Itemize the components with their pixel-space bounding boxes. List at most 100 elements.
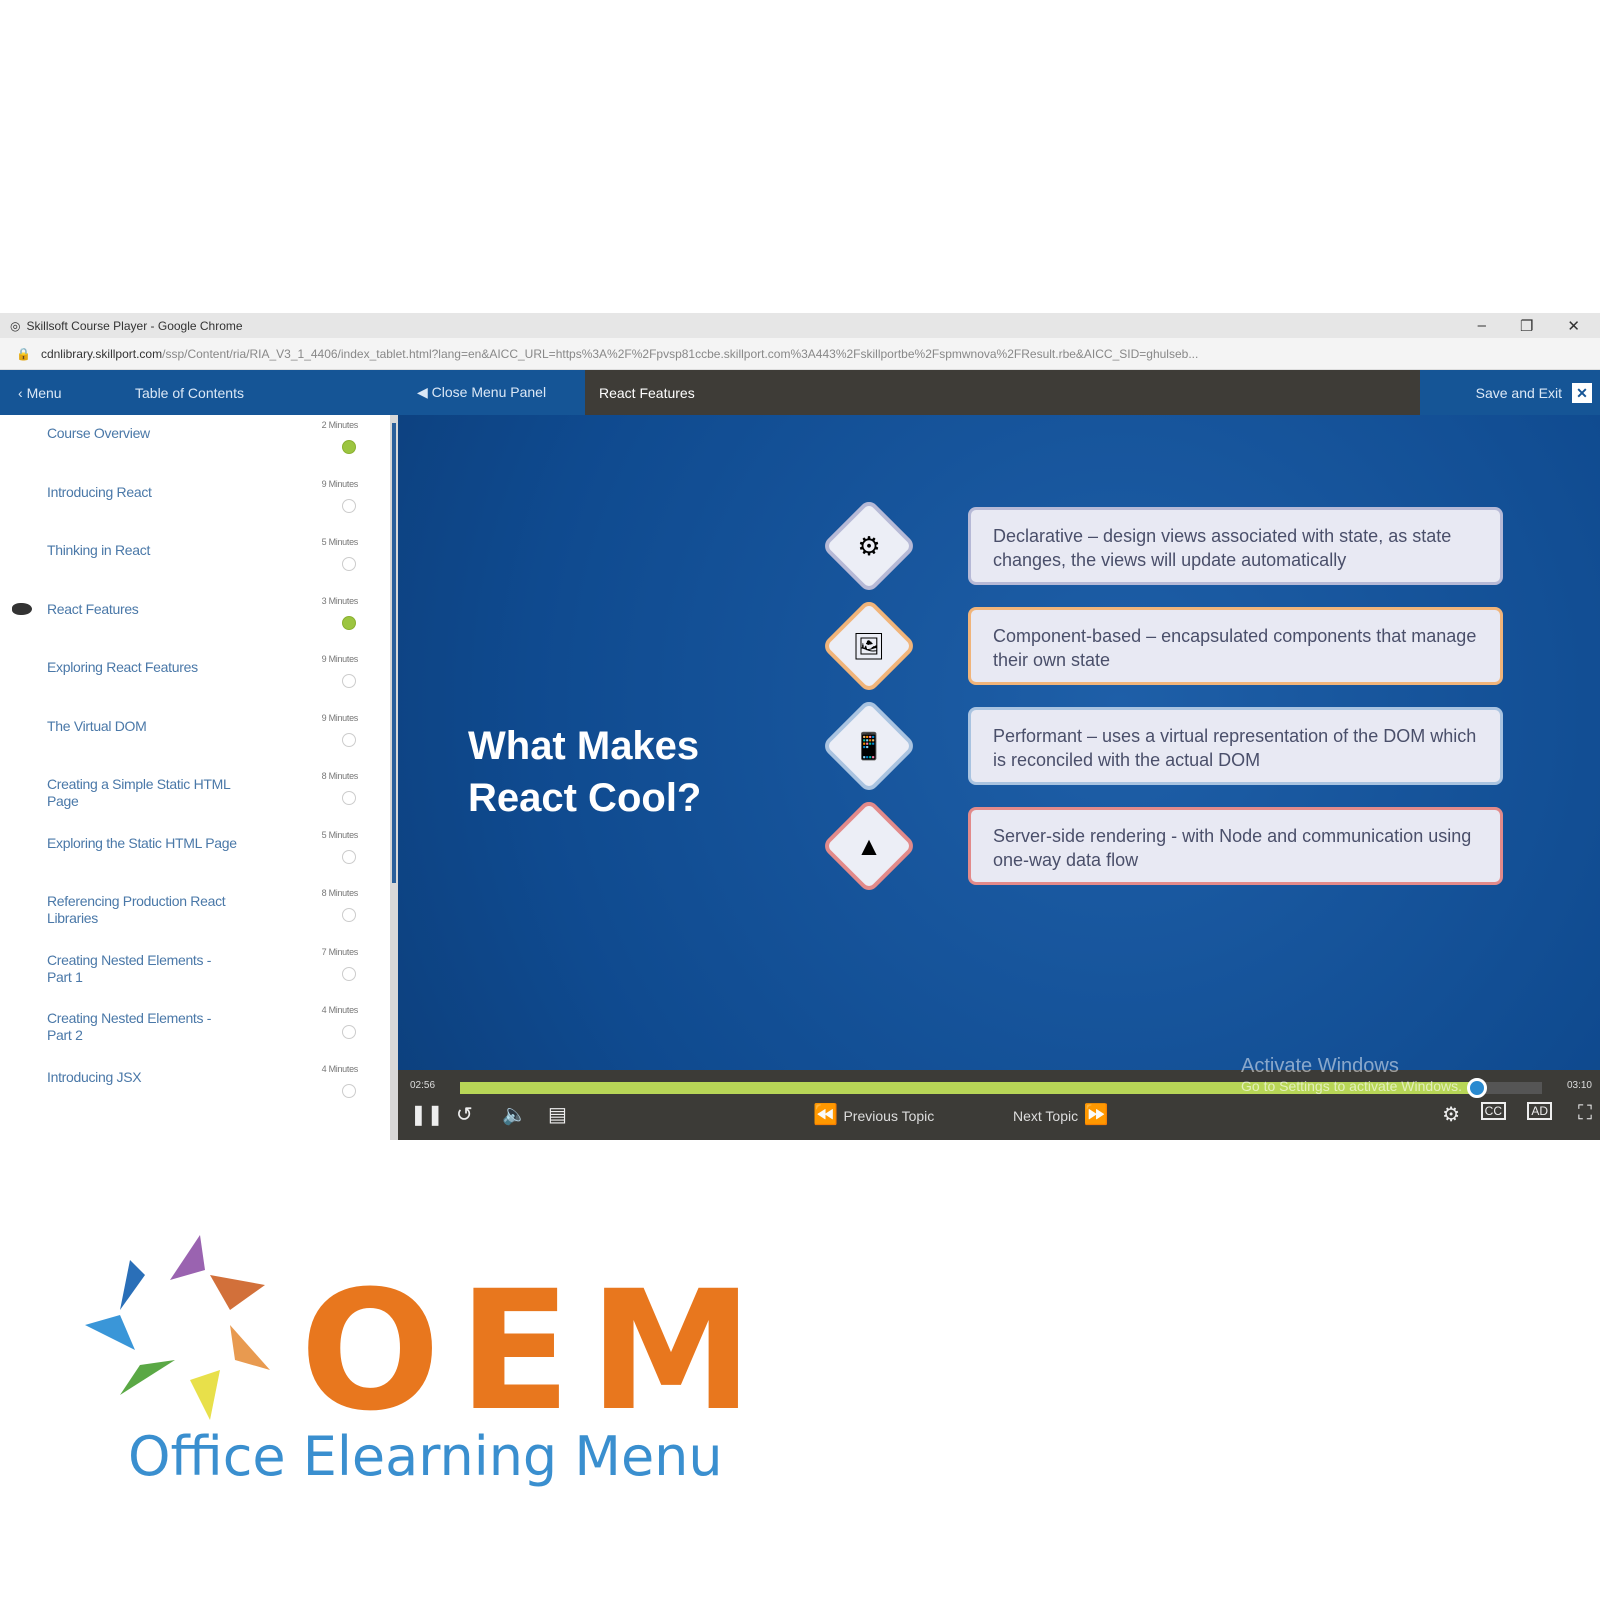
toc-item[interactable]: The Virtual DOM 9 Minutes — [0, 708, 390, 767]
chrome-icon: ◎ — [10, 318, 21, 333]
slide-title: What Makes React Cool? — [468, 720, 701, 824]
completion-status-icon — [342, 849, 356, 864]
volume-icon[interactable]: 🔈 — [502, 1102, 527, 1127]
completion-status-icon — [342, 1025, 356, 1039]
completion-status-icon — [342, 908, 356, 922]
toc-item-duration: 9 Minutes — [321, 712, 359, 723]
oem-wordmark: OEM — [300, 1255, 772, 1447]
progress-handle[interactable] — [1467, 1078, 1488, 1098]
feature-card: Performant – uses a virtual representati… — [968, 707, 1503, 785]
menu-button[interactable]: ‹ Menu — [0, 385, 135, 401]
pyramid-icon: ▲ — [820, 797, 918, 895]
toc-item-duration: 5 Minutes — [321, 829, 359, 840]
slide-title-line1: What Makes — [468, 724, 700, 768]
total-time: 03:10 — [1566, 1080, 1592, 1091]
next-topic-button[interactable]: Next Topic ⏩ — [1013, 1102, 1109, 1127]
feature-card: Declarative – design views associated wi… — [968, 507, 1503, 585]
completion-status-icon — [342, 674, 356, 688]
completion-status-icon — [342, 498, 356, 513]
player-controls: 02:56 03:10 ❚❚ ↺ 🔈 ▤ ⏪ Previous Topic Ne… — [398, 1070, 1600, 1140]
restore-button[interactable]: ❐ — [1520, 317, 1533, 335]
save-exit-button[interactable]: Save and Exit — [1476, 385, 1562, 401]
forward-icon: ⏩ — [1083, 1104, 1109, 1126]
previous-topic-label: Previous Topic — [843, 1108, 935, 1124]
fullscreen-icon[interactable]: ⛶ — [1578, 1102, 1592, 1125]
image-icon: 🖼 — [820, 597, 918, 695]
url-domain: cdnlibrary.skillport.com — [40, 346, 163, 361]
browser-window: ◎ Skillsoft Course Player - Google Chrom… — [0, 313, 1600, 1163]
toc-item[interactable]: Course Overview 2 Minutes — [0, 415, 390, 474]
close-icon[interactable]: ✕ — [1572, 382, 1592, 403]
toc-item-duration: 9 Minutes — [321, 654, 359, 664]
toc-item-duration: 4 Minutes — [321, 1063, 359, 1074]
toc-item-duration: 3 Minutes — [321, 595, 359, 606]
feature-card: Component-based – encapsulated component… — [968, 607, 1503, 685]
gears-icon: ⚙ — [820, 497, 918, 595]
completion-status-icon — [342, 440, 356, 454]
completion-status-icon — [342, 557, 356, 571]
toc-item[interactable]: Introducing React 9 Minutes — [0, 474, 390, 533]
toc-item-title: Creating a Simple Static HTML Page — [47, 776, 230, 809]
captions-icon[interactable]: CC — [1480, 1102, 1506, 1120]
close-panel-label: Close Menu Panel — [431, 384, 547, 400]
toc-item-title: React Features — [47, 600, 139, 617]
replay-icon[interactable]: ↺ — [456, 1102, 473, 1127]
current-marker-icon — [12, 602, 32, 615]
address-bar[interactable]: 🔒 cdnlibrary.skillport.com/ssp/Content/r… — [0, 338, 1600, 370]
toc-item-duration: 5 Minutes — [321, 537, 359, 547]
toc-item-duration: 2 Minutes — [321, 420, 359, 430]
completion-status-icon — [342, 732, 356, 747]
oem-logo-arrows-icon — [85, 1235, 270, 1420]
pause-icon[interactable]: ❚❚ — [410, 1102, 444, 1127]
toc-item[interactable]: Introducing JSX 4 Minutes — [0, 1059, 390, 1118]
previous-topic-button[interactable]: ⏪ Previous Topic — [813, 1102, 934, 1127]
toc-item[interactable]: Creating a Simple Static HTML Page 8 Minu… — [0, 766, 390, 825]
toc-tab[interactable]: Table of Contents — [135, 385, 417, 401]
toc-item-title: The Virtual DOM — [47, 717, 147, 734]
toc-item-duration: 8 Minutes — [321, 888, 359, 898]
completion-status-icon — [342, 615, 356, 630]
progress-fill — [460, 1082, 1478, 1094]
completion-status-icon — [342, 1083, 356, 1098]
next-topic-label: Next Topic — [1013, 1108, 1079, 1124]
transcript-icon[interactable]: ▤ — [548, 1102, 567, 1127]
toc-item-duration: 8 Minutes — [321, 771, 359, 781]
progress-bar[interactable] — [460, 1078, 1542, 1098]
toc-item[interactable]: Exploring React Features 9 Minutes — [0, 649, 390, 708]
toc-item-title: Exploring React Features — [47, 659, 198, 675]
toc-item[interactable]: Referencing Production React Libraries 8 … — [0, 883, 390, 942]
lock-icon: 🔒 — [16, 346, 31, 361]
window-title: Skillsoft Course Player - Google Chrome — [26, 318, 243, 333]
toc-item[interactable]: Thinking in React 5 Minutes — [0, 532, 390, 591]
toc-item-duration: 7 Minutes — [321, 946, 359, 957]
title-bar: ◎ Skillsoft Course Player - Google Chrom… — [0, 313, 1600, 338]
toc-item-title: Course Overview — [47, 425, 150, 441]
oem-tagline: Office Elearning Menu — [128, 1425, 723, 1488]
close-menu-panel-button[interactable]: ◀ Close Menu Panel — [417, 384, 546, 401]
toc-item[interactable]: Creating Nested Elements - Part 1 7 Minut… — [0, 942, 390, 1001]
rewind-icon: ⏪ — [813, 1104, 838, 1126]
sidebar-scrollbar[interactable] — [392, 423, 396, 883]
toc-item[interactable]: Exploring the Static HTML Page 5 Minutes — [0, 825, 390, 884]
slide-title-line2: React Cool? — [468, 776, 702, 820]
toc-item-title: Introducing JSX — [47, 1068, 142, 1085]
toc-sidebar: Course Overview 2 Minutes Introducing Reac… — [0, 415, 398, 1140]
toc-item-title: Introducing React — [47, 483, 152, 500]
slide-area: What Makes React Cool? ⚙ Declarative – des… — [398, 415, 1600, 1140]
toc-item-title: Referencing Production React Libraries — [47, 893, 226, 926]
toc-item[interactable]: Creating Nested Elements - Part 2 4 Minut… — [0, 1000, 390, 1059]
toc-item-title: Thinking in React — [47, 542, 151, 558]
audio-description-icon[interactable]: AD — [1527, 1102, 1552, 1120]
close-window-button[interactable]: ✕ — [1567, 317, 1580, 335]
toc-item-title: Exploring the Static HTML Page — [47, 834, 237, 851]
completion-status-icon — [342, 791, 356, 805]
feature-card: Server-side rendering - with Node and co… — [968, 807, 1503, 885]
menu-label: Menu — [26, 384, 62, 401]
toc-item[interactable]: React Features 3 Minutes — [0, 591, 390, 650]
mobile-icon: 📱 — [820, 697, 918, 795]
url-path: /ssp/Content/ria/RIA_V3_1_4406/index_tab… — [162, 346, 1199, 361]
settings-icon[interactable]: ⚙ — [1442, 1102, 1460, 1127]
toc-item-duration: 4 Minutes — [321, 1005, 359, 1015]
minimize-button[interactable]: – — [1478, 317, 1486, 335]
elapsed-time: 02:56 — [410, 1080, 436, 1091]
